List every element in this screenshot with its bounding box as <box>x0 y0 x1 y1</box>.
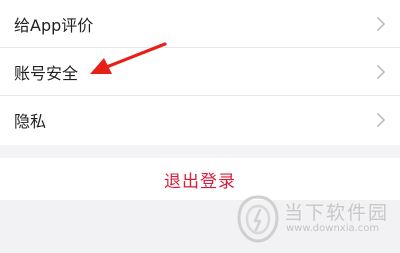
chevron-right-icon <box>377 112 385 127</box>
watermark-logo-icon <box>237 195 279 243</box>
settings-item-label: 隐私 <box>14 111 47 131</box>
settings-item-label: 账号安全 <box>14 63 79 83</box>
watermark: 当下软件园 www.downxia.com <box>236 192 396 248</box>
chevron-right-icon <box>377 64 385 79</box>
watermark-name: 当下软件园 <box>284 202 390 224</box>
chevron-right-icon <box>377 16 385 31</box>
settings-item-rate-app[interactable]: 给App评价 <box>0 0 400 47</box>
section-gap <box>0 145 400 158</box>
logout-label: 退出登录 <box>164 171 236 192</box>
settings-list: 给App评价 账号安全 隐私 <box>0 0 400 145</box>
settings-item-label: 给App评价 <box>14 15 94 35</box>
settings-item-privacy[interactable]: 隐私 <box>0 96 400 143</box>
settings-item-account-security[interactable]: 账号安全 <box>0 48 400 95</box>
watermark-url: www.downxia.com <box>286 223 380 234</box>
